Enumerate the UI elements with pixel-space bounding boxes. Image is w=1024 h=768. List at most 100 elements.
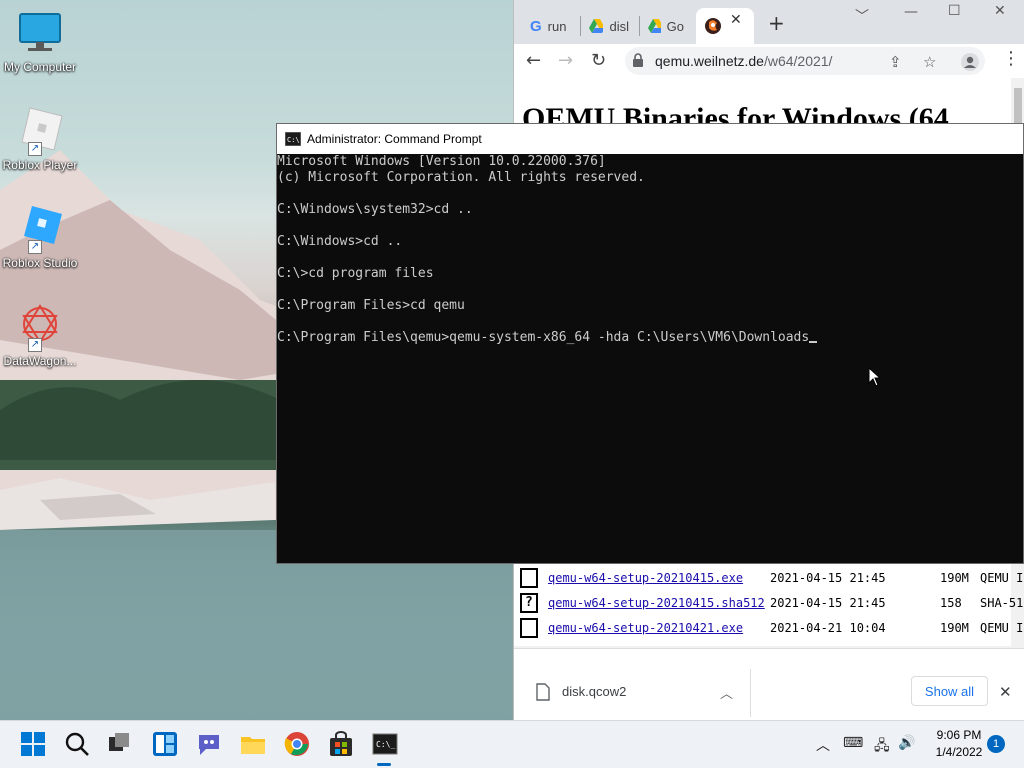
search-icon[interactable] <box>64 731 90 757</box>
svg-text:C:\: C:\ <box>287 136 300 144</box>
file-size: 190M <box>940 621 969 635</box>
mouse-pointer-icon <box>868 367 882 387</box>
file-icon <box>536 683 550 701</box>
file-description: QEMU Inst <box>980 621 1024 635</box>
cmd-titlebar[interactable]: C:\ Administrator: Command Prompt <box>277 124 1023 154</box>
close-icon[interactable]: ✕ <box>994 3 1006 19</box>
command-prompt-window: C:\ Administrator: Command Prompt Micros… <box>276 123 1024 564</box>
divider <box>750 669 751 717</box>
console-line: C:\>cd program files <box>277 266 434 281</box>
file-link[interactable]: qemu-w64-setup-20210415.exe <box>548 571 770 585</box>
clock-time: 9:06 PM <box>936 728 982 742</box>
file-size: 158 <box>940 596 962 610</box>
profile-avatar-icon[interactable] <box>961 53 979 75</box>
network-icon[interactable]: 🖧 <box>874 735 890 759</box>
reload-icon[interactable]: ↻ <box>591 50 606 71</box>
close-download-bar-icon[interactable]: ✕ <box>999 683 1012 701</box>
datawagon-icon: ↗ <box>16 302 64 352</box>
file-row: qemu-w64-setup-20210421.exe 2021-04-21 1… <box>520 617 1024 639</box>
unknown-file-icon: ? <box>520 593 538 613</box>
binary-file-icon <box>520 618 538 638</box>
download-file-name[interactable]: disk.qcow2 <box>562 684 626 699</box>
command-prompt-icon[interactable]: C:\_ <box>372 731 398 757</box>
console-line: Microsoft Windows [Version 10.0.22000.37… <box>277 154 606 169</box>
file-link[interactable]: qemu-w64-setup-20210415.sha512 <box>548 596 770 610</box>
console-line: C:\Windows\system32>cd .. <box>277 202 473 217</box>
tab-strip: G run disl Go ✕ + ﹀ — ☐ ✕ <box>514 0 1024 44</box>
chevron-up-icon[interactable]: ︿ <box>720 683 733 702</box>
desktop-icon-label: Roblox Player <box>2 158 78 172</box>
desktop-icon-my-computer[interactable]: My Computer <box>0 8 80 74</box>
console-line: C:\Program Files>cd qemu <box>277 298 465 313</box>
shortcut-arrow-icon: ↗ <box>28 142 42 156</box>
desktop-icon-roblox-player[interactable]: ↗ Roblox Player <box>0 106 80 172</box>
url-host: qemu.weilnetz.de <box>655 53 764 69</box>
file-row: qemu-w64-setup-20210415.exe 2021-04-15 2… <box>520 567 1024 589</box>
more-menu-icon[interactable]: ⋮ <box>1002 48 1020 69</box>
console-input-text: C:\Program Files\qemu>qemu-system-x86_64… <box>277 330 810 345</box>
browser-toolbar: ← → ↻ qemu.weilnetz.de/w64/2021/ ⇪ ☆ ⋮ <box>514 44 1024 78</box>
console-input-line[interactable]: C:\Program Files\qemu>qemu-system-x86_64… <box>277 330 818 346</box>
text-cursor <box>809 341 818 343</box>
google-drive-icon <box>589 19 604 33</box>
start-windows-icon[interactable] <box>20 731 46 757</box>
address-bar[interactable]: qemu.weilnetz.de/w64/2021/ ⇪ ☆ <box>625 47 985 75</box>
task-view-icon[interactable] <box>106 731 132 757</box>
widgets-icon[interactable] <box>152 731 178 757</box>
roblox-player-icon: ↗ <box>16 106 64 156</box>
maximize-icon[interactable]: ☐ <box>948 3 961 19</box>
back-arrow-icon[interactable]: ← <box>526 50 541 71</box>
chrome-icon[interactable] <box>284 731 310 757</box>
download-bar: disk.qcow2 ︿ Show all ✕ <box>514 648 1024 720</box>
tab-title: Go <box>666 18 684 34</box>
console-line: C:\Windows>cd .. <box>277 234 403 249</box>
tab-title: disl <box>609 18 629 34</box>
file-row: ? qemu-w64-setup-20210415.sha512 2021-04… <box>520 592 1024 614</box>
system-clock[interactable]: 9:06 PM 1/4/2022 <box>924 727 994 761</box>
cmd-title: Administrator: Command Prompt <box>307 132 482 146</box>
file-size: 190M <box>940 571 969 585</box>
tab-drive[interactable]: Go <box>640 8 692 44</box>
tab-search[interactable]: G run <box>522 8 584 44</box>
show-all-button[interactable]: Show all <box>911 676 988 706</box>
tab-title: run <box>547 18 567 34</box>
new-tab-button[interactable]: + <box>768 11 785 35</box>
desktop-icon-datawagon[interactable]: ↗ DataWagon... <box>0 302 80 368</box>
tab-drive-disk[interactable]: disl <box>581 8 637 44</box>
bookmark-star-icon[interactable]: ☆ <box>923 53 936 71</box>
share-icon[interactable]: ⇪ <box>889 53 902 71</box>
file-link[interactable]: qemu-w64-setup-20210421.exe <box>548 621 770 635</box>
tab-close-icon[interactable]: ✕ <box>730 12 742 28</box>
desktop-icon-label: My Computer <box>3 60 77 74</box>
show-hidden-icons-chevron-icon[interactable]: ︿ <box>816 735 830 755</box>
file-date: 2021-04-15 21:45 <box>770 571 886 585</box>
shortcut-arrow-icon: ↗ <box>28 338 42 352</box>
keyboard-icon[interactable]: ⌨ <box>843 735 863 751</box>
microsoft-store-icon[interactable] <box>328 731 354 757</box>
file-explorer-icon[interactable] <box>240 731 266 757</box>
console-line: (c) Microsoft Corporation. All rights re… <box>277 170 645 185</box>
active-app-indicator <box>377 763 391 766</box>
desktop-icon-label: Roblox Studio <box>2 256 78 270</box>
minimize-icon[interactable]: — <box>904 4 918 20</box>
cmd-console[interactable]: Microsoft Windows [Version 10.0.22000.37… <box>277 154 1023 563</box>
tab-qemu[interactable] <box>696 8 754 44</box>
desktop-icon-roblox-studio[interactable]: ↗ Roblox Studio <box>0 204 80 270</box>
clock-date: 1/4/2022 <box>935 745 983 759</box>
tab-search-chevron-icon[interactable]: ﹀ <box>855 6 869 26</box>
file-description: SHA-512 f <box>980 596 1024 610</box>
desktop-icon-label: DataWagon... <box>3 354 77 368</box>
url-path: /w64/2021/ <box>763 53 833 69</box>
teams-chat-icon[interactable] <box>196 731 222 757</box>
lock-icon <box>633 53 643 67</box>
notification-badge[interactable]: 1 <box>987 735 1005 753</box>
file-description: QEMU Inst <box>980 571 1024 585</box>
binary-file-icon <box>520 568 538 588</box>
taskbar: C:\_ ︿ ⌨ 🖧 🔊 9:06 PM 1/4/2022 1 <box>0 720 1024 768</box>
volume-icon[interactable]: 🔊 <box>898 735 915 751</box>
scrollbar-thumb[interactable] <box>1014 88 1022 128</box>
google-drive-icon <box>648 19 661 33</box>
qemu-icon <box>705 18 721 34</box>
file-date: 2021-04-21 10:04 <box>770 621 886 635</box>
forward-arrow-icon[interactable]: → <box>558 50 573 71</box>
